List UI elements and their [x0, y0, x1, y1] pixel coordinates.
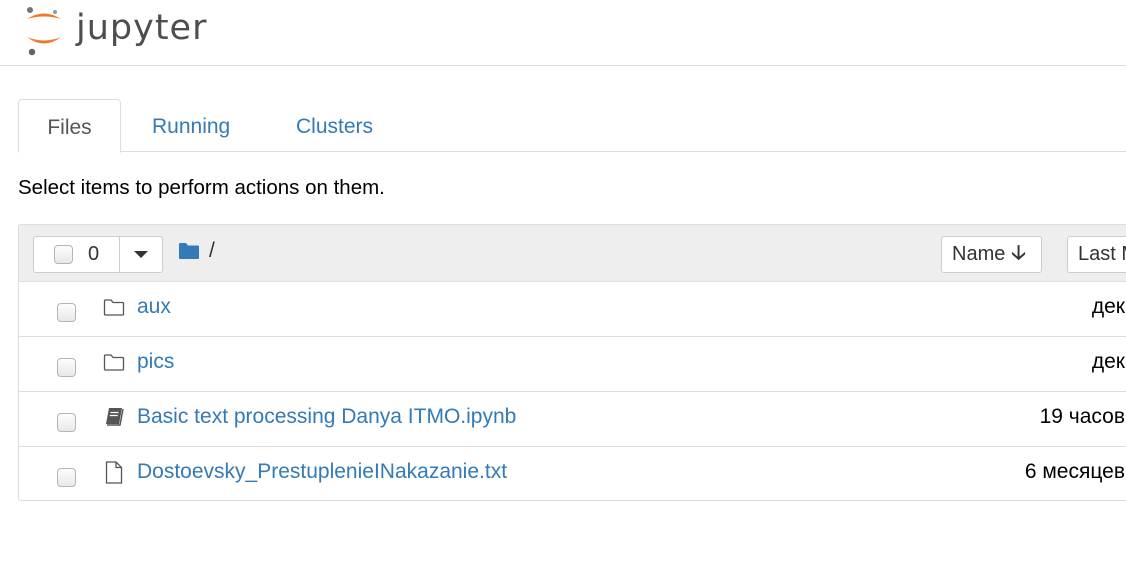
sort-by-name-button[interactable]: Name 🡣	[941, 236, 1042, 273]
sort-last-label: Last M	[1078, 243, 1126, 265]
list-item[interactable]: aux дек	[19, 282, 1126, 337]
item-name[interactable]: Dostoevsky_PrestuplenieINakazanie.txt	[137, 460, 507, 484]
list-item[interactable]: Basic text processing Danya ITMO.ipynb 1…	[19, 392, 1126, 447]
breadcrumb-root[interactable]: /	[209, 239, 215, 263]
tab-files[interactable]: Files	[18, 99, 121, 153]
folder-outline-icon	[103, 299, 125, 316]
select-all-button[interactable]: 0	[34, 237, 120, 272]
item-name[interactable]: pics	[137, 350, 174, 374]
tab-clusters[interactable]: Clusters	[296, 99, 373, 152]
item-name[interactable]: Basic text processing Danya ITMO.ipynb	[137, 405, 516, 429]
file-list-header: 0 / Name 🡣 Last M	[19, 225, 1126, 282]
caret-down-icon	[134, 251, 148, 258]
jupyter-logo[interactable]: jupyter	[24, 4, 207, 56]
select-dropdown-button[interactable]	[120, 237, 162, 272]
item-name[interactable]: aux	[137, 295, 171, 319]
item-checkbox[interactable]	[57, 468, 76, 487]
item-checkbox[interactable]	[57, 303, 76, 322]
header: jupyter	[0, 0, 1126, 66]
tab-bar: Files Running Clusters	[18, 99, 1126, 153]
logo-text: jupyter	[76, 8, 208, 48]
file-list: 0 / Name 🡣 Last M aux дек	[18, 224, 1126, 501]
folder-filled-icon[interactable]	[178, 242, 200, 260]
tab-running[interactable]: Running	[152, 99, 230, 152]
item-modified: 6 месяцев	[1024, 460, 1125, 483]
breadcrumb: /	[178, 239, 215, 263]
selection-hint: Select items to perform actions on them.	[18, 176, 385, 199]
list-item[interactable]: Dostoevsky_PrestuplenieINakazanie.txt 6 …	[19, 447, 1126, 500]
jupyter-logo-icon	[27, 7, 61, 56]
item-checkbox[interactable]	[57, 358, 76, 377]
sort-name-label: Name	[952, 243, 1006, 265]
item-modified: дек	[1091, 350, 1125, 373]
select-all-group: 0	[33, 236, 163, 273]
folder-outline-icon	[103, 354, 125, 371]
item-modified: дек	[1091, 295, 1125, 318]
arrow-down-icon: 🡣	[1011, 241, 1026, 264]
file-icon	[105, 461, 123, 484]
item-modified: 19 часов	[1039, 405, 1125, 428]
item-checkbox[interactable]	[57, 413, 76, 432]
sort-by-last-modified-button[interactable]: Last M	[1067, 236, 1126, 273]
notebook-icon	[106, 408, 124, 426]
list-item[interactable]: pics дек	[19, 337, 1126, 392]
select-all-checkbox[interactable]	[54, 245, 73, 264]
selected-count: 0	[88, 243, 100, 265]
